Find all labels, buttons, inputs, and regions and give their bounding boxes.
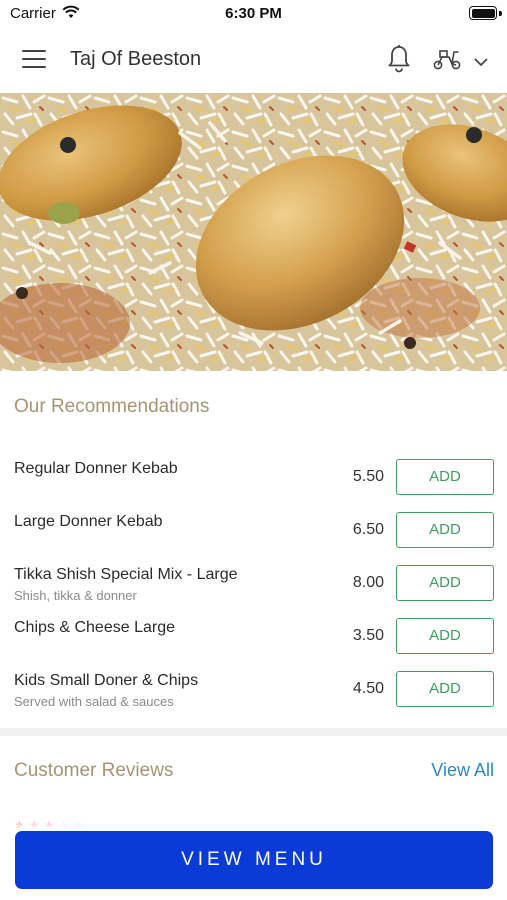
view-all-link[interactable]: View All [431, 760, 494, 781]
item-name: Kids Small Doner & Chips [14, 672, 199, 689]
add-button[interactable]: ADD [396, 459, 494, 495]
battery-nub [499, 11, 502, 16]
bell-icon[interactable] [386, 44, 412, 79]
add-button[interactable]: ADD [396, 618, 494, 654]
menu-item: Large Donner Kebab 6.50 ADD [0, 503, 507, 553]
menu-item: Kids Small Doner & Chips Served with sal… [0, 662, 507, 712]
status-bar: Carrier 6:30 PM [0, 0, 507, 28]
add-button[interactable]: ADD [396, 565, 494, 601]
menu-item: Regular Donner Kebab 5.50 ADD [0, 450, 507, 500]
item-name: Large Donner Kebab [14, 513, 163, 530]
add-button[interactable]: ADD [396, 512, 494, 548]
page-title: Taj Of Beeston [70, 48, 202, 70]
reviews-title: Customer Reviews [14, 760, 174, 781]
item-price: 3.50 [352, 627, 384, 644]
hero-image [0, 93, 507, 371]
chevron-down-icon[interactable] [474, 54, 488, 72]
recommendations-title: Our Recommendations [14, 396, 210, 417]
menu-item: Chips & Cheese Large 3.50 ADD [0, 609, 507, 659]
item-price: 5.50 [352, 468, 384, 485]
add-button[interactable]: ADD [396, 671, 494, 707]
menu-item: Tikka Shish Special Mix - Large Shish, t… [0, 556, 507, 606]
item-description: Shish, tikka & donner [14, 588, 137, 603]
item-description: Served with salad & sauces [14, 694, 174, 709]
battery-icon [469, 6, 497, 20]
item-price: 6.50 [352, 521, 384, 538]
item-name: Chips & Cheese Large [14, 619, 175, 636]
item-name: Regular Donner Kebab [14, 460, 178, 477]
item-price: 8.00 [352, 574, 384, 591]
app-header: Taj Of Beeston [0, 30, 507, 92]
status-time: 6:30 PM [225, 5, 282, 22]
item-price: 4.50 [352, 680, 384, 697]
bottom-fade [0, 808, 507, 832]
item-name: Tikka Shish Special Mix - Large [14, 566, 238, 583]
menu-icon[interactable] [22, 48, 48, 70]
view-menu-button[interactable]: VIEW MENU [15, 831, 493, 889]
scooter-icon[interactable] [432, 47, 462, 76]
section-divider [0, 728, 507, 736]
